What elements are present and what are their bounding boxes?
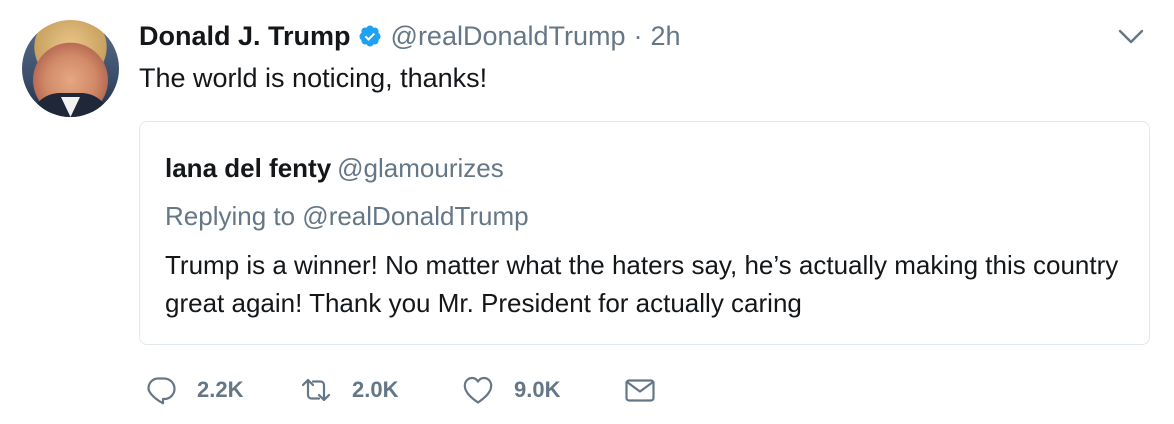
like-count: 9.0K — [514, 377, 561, 402]
envelope-icon — [625, 379, 655, 402]
direct-message-button[interactable] — [624, 370, 656, 410]
tweet-header: Donald J. Trump @realDonaldTrump · 2h — [139, 18, 681, 54]
separator-dot: · — [633, 21, 643, 51]
action-bar: 2.2K 2.0K 9.0K — [145, 370, 656, 410]
tweet-timestamp[interactable]: 2h — [651, 18, 681, 54]
reply-button[interactable]: 2.2K — [145, 370, 300, 410]
reply-count: 2.2K — [197, 377, 244, 402]
quoted-tweet[interactable]: lana del fenty @glamourizes Replying to @… — [139, 121, 1150, 345]
retweet-count: 2.0K — [352, 377, 399, 402]
quoted-header: lana del fenty @glamourizes — [165, 151, 504, 185]
author-name[interactable]: Donald J. Trump — [139, 18, 351, 54]
quoted-author-name: lana del fenty — [165, 153, 332, 183]
retweet-button[interactable]: 2.0K — [300, 370, 462, 410]
quoted-author-handle: @glamourizes — [337, 153, 504, 183]
retweet-icon — [301, 378, 331, 402]
heart-icon — [463, 376, 493, 404]
chevron-down-glyph — [1118, 29, 1144, 44]
reply-icon — [147, 377, 176, 405]
avatar[interactable] — [22, 20, 119, 117]
like-button[interactable]: 9.0K — [462, 370, 624, 410]
quoted-text: Trump is a winner! No matter what the ha… — [165, 250, 1119, 318]
author-handle[interactable]: @realDonaldTrump — [391, 18, 626, 54]
verified-badge-icon — [359, 25, 381, 47]
replying-to: Replying to @realDonaldTrump — [165, 201, 529, 231]
chevron-down-icon[interactable] — [1116, 22, 1146, 52]
tweet-text: The world is noticing, thanks! — [139, 63, 488, 93]
